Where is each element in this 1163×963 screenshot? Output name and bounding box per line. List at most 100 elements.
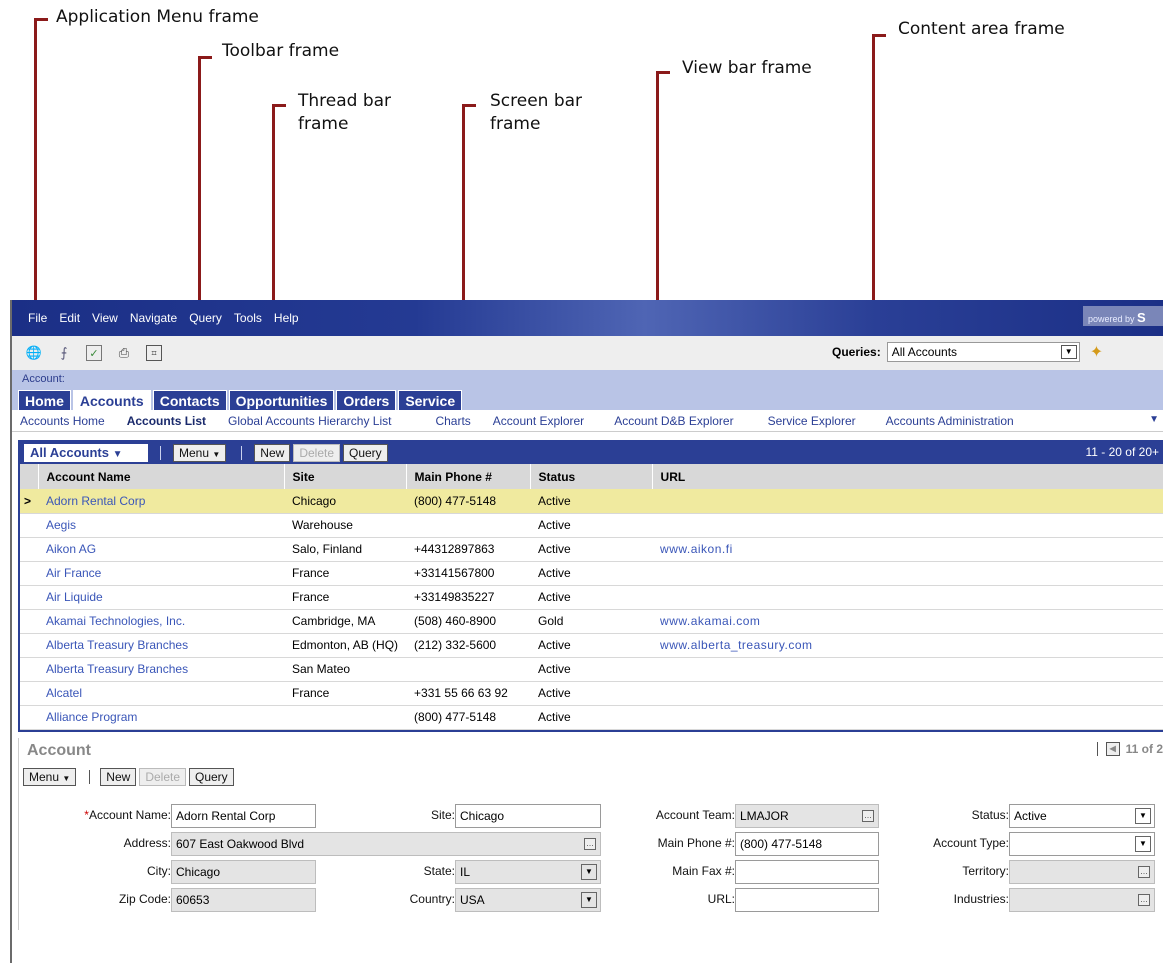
table-row[interactable]: > Adorn Rental Corp Chicago (800) 477-5148 A… (20, 489, 1163, 514)
territory-field[interactable]: … (1009, 859, 1155, 884)
state-select[interactable]: IL ▼ (455, 859, 601, 884)
cell-account-name[interactable]: Air France (38, 561, 284, 586)
tab-service[interactable]: Service (398, 390, 463, 410)
list-query-button[interactable]: Query (343, 444, 388, 462)
industries-field[interactable]: … (1009, 887, 1155, 912)
menu-view[interactable]: View (92, 311, 118, 325)
cell-account-name[interactable]: Air Liquide (38, 585, 284, 610)
menu-file[interactable]: File (28, 311, 47, 325)
queries-select[interactable]: All Accounts ▼ (886, 342, 1080, 362)
column-site[interactable]: Site (284, 464, 407, 489)
table-row[interactable]: Air France France +33141567800 Active (20, 561, 1163, 586)
form-new-button[interactable]: New (100, 767, 137, 786)
cell-url[interactable] (652, 561, 1163, 586)
tab-accounts[interactable]: Accounts (72, 390, 151, 410)
form-query-button[interactable]: Query (189, 767, 234, 786)
column-main-phone[interactable]: Main Phone # (406, 464, 531, 489)
status-select[interactable]: Active ▼ (1009, 803, 1155, 828)
row-selector[interactable] (20, 585, 38, 610)
tab-home[interactable]: Home (18, 390, 71, 410)
cell-url[interactable] (652, 705, 1163, 730)
row-selector[interactable]: > (20, 489, 38, 514)
list-new-button[interactable]: New (254, 444, 291, 462)
list-menu-button[interactable]: Menu ▼ (173, 444, 227, 462)
menu-help[interactable]: Help (274, 311, 299, 325)
cell-url[interactable]: www.alberta_treasury.com (652, 633, 1163, 658)
cell-account-name[interactable]: Alliance Program (38, 705, 284, 730)
table-row[interactable]: Akamai Technologies, Inc. Cambridge, MA (5… (20, 609, 1163, 634)
row-selector[interactable] (20, 705, 38, 730)
view-global-accounts-hierarchy[interactable]: Global Accounts Hierarchy List (228, 414, 391, 428)
view-service-explorer[interactable]: Service Explorer (768, 414, 856, 428)
row-selector[interactable] (20, 633, 38, 658)
print-icon[interactable]: ⎙ (116, 345, 132, 361)
cell-url[interactable] (652, 657, 1163, 682)
cell-url[interactable] (652, 585, 1163, 610)
tab-orders[interactable]: Orders (336, 390, 397, 410)
menu-navigate[interactable]: Navigate (130, 311, 177, 325)
row-selector[interactable] (20, 537, 38, 562)
upload-icon[interactable]: ⨍ (56, 345, 72, 361)
account-team-field[interactable]: LMAJOR… (735, 803, 879, 828)
cell-account-name[interactable]: Aikon AG (38, 537, 284, 562)
cell-account-name[interactable]: Alberta Treasury Branches (38, 657, 284, 682)
view-account-explorer[interactable]: Account Explorer (493, 414, 584, 428)
site-field[interactable]: Chicago (455, 803, 601, 828)
column-account-name[interactable]: Account Name (38, 464, 285, 489)
view-account-dnb-explorer[interactable]: Account D&B Explorer (614, 414, 733, 428)
city-field[interactable]: Chicago (171, 859, 316, 884)
table-row[interactable]: Alberta Treasury Branches Edmonton, AB (H… (20, 633, 1163, 658)
checklist-icon[interactable]: ✓ (86, 345, 102, 361)
country-select[interactable]: USA ▼ (455, 887, 601, 912)
menu-tools[interactable]: Tools (234, 311, 262, 325)
row-selector[interactable] (20, 609, 38, 634)
chevron-down-icon[interactable]: ▼ (1135, 835, 1151, 852)
row-selector[interactable] (20, 657, 38, 682)
table-row[interactable]: Aikon AG Salo, Finland +44312897863 Active w… (20, 537, 1163, 562)
view-accounts-administration[interactable]: Accounts Administration (886, 414, 1014, 428)
url-field[interactable] (735, 887, 879, 912)
row-selector[interactable] (20, 561, 38, 586)
menu-query[interactable]: Query (189, 311, 222, 325)
all-accounts-dropdown[interactable]: All Accounts ▼ (24, 444, 148, 462)
table-row[interactable]: Aegis Warehouse Active (20, 513, 1163, 538)
picker-icon[interactable]: … (1138, 865, 1150, 878)
column-url[interactable]: URL (652, 464, 1163, 489)
tab-opportunities[interactable]: Opportunities (228, 390, 335, 410)
chevron-down-icon[interactable]: ▼ (581, 863, 597, 880)
thread-bar-account[interactable]: Account: (22, 373, 65, 385)
table-row[interactable]: Alliance Program (800) 477-5148 Active (20, 705, 1163, 730)
chevron-down-icon[interactable]: ▼ (581, 891, 597, 908)
cell-url[interactable] (652, 513, 1163, 538)
cell-url[interactable] (652, 489, 1163, 514)
picker-icon[interactable]: … (862, 809, 874, 822)
address-field[interactable]: 607 East Oakwood Blvd… (171, 831, 601, 856)
row-selector[interactable] (20, 681, 38, 706)
main-fax-field[interactable] (735, 859, 879, 884)
view-accounts-home[interactable]: Accounts Home (20, 414, 105, 428)
row-selector[interactable] (20, 513, 38, 538)
run-query-icon[interactable]: ✦ (1090, 342, 1103, 362)
account-name-field[interactable]: Adorn Rental Corp (171, 803, 316, 828)
cell-account-name[interactable]: Akamai Technologies, Inc. (38, 609, 284, 634)
cell-url[interactable]: www.akamai.com (652, 609, 1163, 634)
chevron-down-icon[interactable]: ▼ (1060, 345, 1077, 359)
cell-account-name[interactable]: Alberta Treasury Branches (38, 633, 284, 658)
main-phone-field[interactable]: (800) 477-5148 (735, 831, 879, 856)
cell-account-name[interactable]: Aegis (38, 513, 284, 538)
previous-record-icon[interactable]: ◀ (1105, 741, 1120, 756)
account-type-select[interactable]: ▼ (1009, 831, 1155, 856)
column-status[interactable]: Status (530, 464, 653, 489)
view-charts[interactable]: Charts (435, 414, 470, 428)
menu-edit[interactable]: Edit (59, 311, 80, 325)
tab-contacts[interactable]: Contacts (152, 390, 227, 410)
table-row[interactable]: Air Liquide France +33149835227 Active (20, 585, 1163, 610)
chevron-down-icon[interactable]: ▼ (1135, 807, 1151, 824)
cell-account-name[interactable]: Adorn Rental Corp (38, 489, 284, 514)
picker-icon[interactable]: … (1138, 893, 1150, 906)
view-accounts-list[interactable]: Accounts List (127, 414, 206, 428)
zip-code-field[interactable]: 60653 (171, 887, 316, 912)
form-delete-button[interactable]: Delete (139, 767, 186, 786)
table-row[interactable]: Alcatel France +331 55 66 63 92 Active (20, 681, 1163, 706)
globe-icon[interactable]: 🌐 (26, 345, 42, 361)
